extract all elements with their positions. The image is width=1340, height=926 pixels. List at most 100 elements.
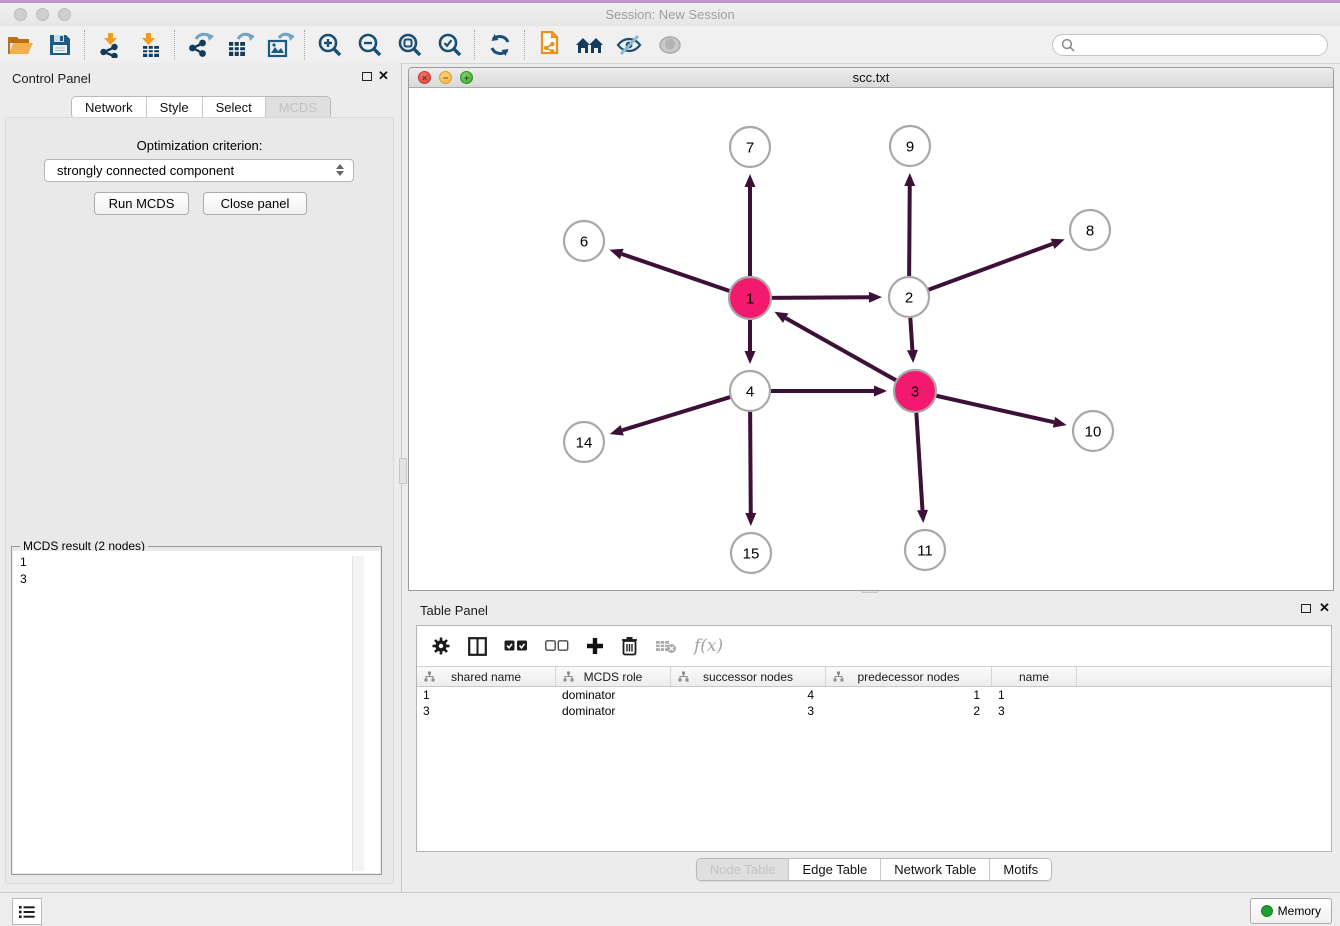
tab-style[interactable]: Style <box>147 97 203 118</box>
graph-node-3[interactable]: 3 <box>894 370 936 412</box>
first-neighbors-button[interactable] <box>570 29 610 61</box>
column-header-successor-nodes[interactable]: successor nodes <box>671 667 826 686</box>
table-settings-button[interactable] <box>431 636 451 656</box>
graph-node-10[interactable]: 10 <box>1073 411 1113 451</box>
graph-node-14[interactable]: 14 <box>564 422 604 462</box>
table-cell[interactable]: 3 <box>992 703 1077 719</box>
table-cell[interactable]: 3 <box>671 703 826 719</box>
zoom-fit-button[interactable] <box>390 29 430 61</box>
graph-edge-arrowhead-4-15 <box>745 513 756 526</box>
column-header-MCDS-role[interactable]: MCDS role <box>556 667 671 686</box>
network-canvas[interactable]: 7 9 6 8 1 2 4 3 14 10 15 11 <box>409 88 1333 591</box>
graph-edge-3-1[interactable] <box>786 318 898 381</box>
table-tab-node-table[interactable]: Node Table <box>697 859 790 880</box>
graph-node-1[interactable]: 1 <box>729 277 771 319</box>
table-rows: 1dominator4113dominator323 <box>417 687 1331 719</box>
graph-edge-2-8[interactable] <box>927 244 1053 291</box>
toggle-column-pane-button[interactable] <box>468 637 487 656</box>
control-panel-tabs: NetworkStyleSelectMCDS <box>0 96 402 119</box>
save-icon <box>48 33 72 57</box>
tab-mcds[interactable]: MCDS <box>266 97 330 118</box>
table-row-1[interactable]: 1dominator411 <box>417 687 1331 703</box>
table-cell[interactable]: 1 <box>992 687 1077 703</box>
graph-edge-1-2[interactable] <box>770 297 869 298</box>
deselect-all-columns-button[interactable] <box>545 640 569 652</box>
zoom-fit-icon <box>397 32 423 58</box>
table-row-2[interactable]: 3dominator323 <box>417 703 1331 719</box>
main-toolbar <box>0 26 1340 64</box>
graph-node-11[interactable]: 11 <box>905 530 945 570</box>
vertical-splitter-grip[interactable] <box>399 458 407 484</box>
close-panel-button[interactable]: Close panel <box>203 192 307 215</box>
tab-select[interactable]: Select <box>203 97 266 118</box>
column-header-predecessor-nodes[interactable]: predecessor nodes <box>826 667 992 686</box>
column-header-name[interactable]: name <box>992 667 1077 686</box>
mcds-result-list[interactable]: 1 3 <box>13 551 380 873</box>
graph-edge-4-15[interactable] <box>750 410 751 513</box>
control-panel-title: Control Panel <box>12 71 91 86</box>
export-table-button[interactable] <box>220 29 260 61</box>
delete-column-button[interactable] <box>621 636 638 656</box>
select-all-columns-button[interactable] <box>504 640 528 652</box>
graph-edge-2-3[interactable] <box>910 316 912 350</box>
network-window-titlebar[interactable]: × − + scc.txt <box>409 68 1333 88</box>
float-panel-icon[interactable] <box>362 72 372 81</box>
graph-node-label: 4 <box>746 383 754 400</box>
graph-node-8[interactable]: 8 <box>1070 210 1110 250</box>
import-table-button[interactable] <box>130 29 170 61</box>
table-tab-network-table[interactable]: Network Table <box>881 859 990 880</box>
create-column-button[interactable] <box>586 637 604 655</box>
zoom-selected-button[interactable] <box>430 29 470 61</box>
import-network-button[interactable] <box>90 29 130 61</box>
table-tab-motifs[interactable]: Motifs <box>990 859 1051 880</box>
graph-node-7[interactable]: 7 <box>730 127 770 167</box>
graph-edge-3-10[interactable] <box>935 395 1054 422</box>
import-network-icon <box>97 32 123 58</box>
graph-node-2[interactable]: 2 <box>889 277 929 317</box>
table-cell[interactable]: 4 <box>671 687 826 703</box>
table-cell[interactable]: 3 <box>417 703 556 719</box>
zoom-in-button[interactable] <box>310 29 350 61</box>
search-input[interactable] <box>1052 34 1328 56</box>
hide-selected-button[interactable] <box>610 29 650 61</box>
task-history-button[interactable] <box>12 898 42 925</box>
apply-layout-button[interactable] <box>480 29 520 61</box>
memory-button[interactable]: Memory <box>1250 898 1332 924</box>
graph-node-9[interactable]: 9 <box>890 126 930 166</box>
graph-node-6[interactable]: 6 <box>564 221 604 261</box>
column-type-icon <box>678 671 689 682</box>
graph-edge-1-6[interactable] <box>622 254 731 292</box>
clone-network-button[interactable] <box>530 29 570 61</box>
table-tab-edge-table[interactable]: Edge Table <box>789 859 881 880</box>
table-tab-group: Node TableEdge TableNetwork TableMotifs <box>696 858 1052 881</box>
table-cell[interactable]: 1 <box>826 687 992 703</box>
table-cell[interactable]: dominator <box>556 687 671 703</box>
close-panel-icon[interactable]: ✕ <box>378 68 389 84</box>
graph-edge-2-9[interactable] <box>909 186 910 278</box>
column-header-label: name <box>1019 670 1049 684</box>
table-cell[interactable]: 2 <box>826 703 992 719</box>
save-session-button[interactable] <box>40 29 80 61</box>
close-table-panel-icon[interactable]: ✕ <box>1319 600 1330 616</box>
export-image-button[interactable] <box>260 29 300 61</box>
graph-edge-4-14[interactable] <box>622 397 732 431</box>
zoom-selected-icon <box>437 32 463 58</box>
open-session-button[interactable] <box>0 29 40 61</box>
table-cell[interactable]: dominator <box>556 703 671 719</box>
table-cell[interactable]: 1 <box>417 687 556 703</box>
graph-node-15[interactable]: 15 <box>731 533 771 573</box>
result-scrollbar[interactable] <box>352 556 364 871</box>
criterion-select[interactable]: strongly connected component <box>44 159 354 182</box>
export-network-button[interactable] <box>180 29 220 61</box>
column-header-shared-name[interactable]: shared name <box>417 667 556 686</box>
graph-edge-3-11[interactable] <box>916 411 922 510</box>
tab-network[interactable]: Network <box>72 97 147 118</box>
export-network-icon <box>187 32 214 58</box>
graph-node-4[interactable]: 4 <box>730 371 770 411</box>
zoom-out-button[interactable] <box>350 29 390 61</box>
float-table-panel-icon[interactable] <box>1301 604 1311 613</box>
control-panel-header: Control Panel ✕ <box>0 63 401 93</box>
mcds-result-box: MCDS result (2 nodes) 1 3 <box>11 546 382 875</box>
run-mcds-button[interactable]: Run MCDS <box>94 192 189 215</box>
show-all-button[interactable] <box>650 29 690 61</box>
